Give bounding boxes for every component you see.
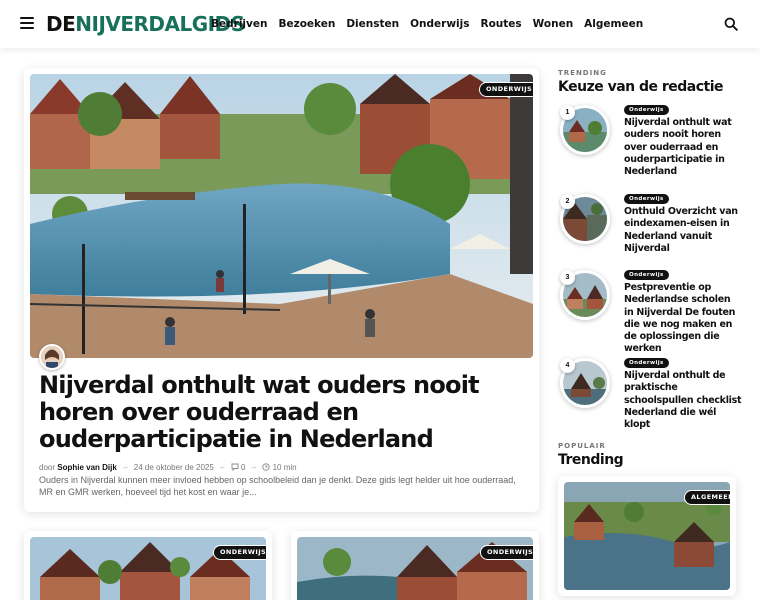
trending-title[interactable]: Nijverdal onthult de praktische schoolsp… [624, 370, 742, 431]
comment-count[interactable]: 0 [241, 463, 245, 472]
publish-date: 24 de oktober de 2025 [133, 463, 214, 472]
popular-kicker: POPULAIR [558, 442, 606, 450]
featured-article-image[interactable]: Onderwijs [30, 74, 533, 358]
hamburger-icon[interactable] [20, 17, 34, 29]
trending-heading: Keuze van de redactie [558, 79, 724, 95]
nav-item-algemeen[interactable]: Algemeen [584, 17, 643, 31]
category-badge[interactable]: Onderwijs [624, 105, 669, 115]
category-badge[interactable]: Onderwijs [624, 358, 669, 368]
category-badge[interactable]: Onderwijs [624, 270, 669, 280]
popular-article-card[interactable]: Algemeen [558, 476, 736, 596]
read-time: 10 min [272, 463, 297, 472]
rank-number: 3 [560, 270, 575, 285]
article-card-image[interactable]: Onderwijs [297, 537, 533, 600]
article-card-image[interactable]: Onderwijs [30, 537, 266, 600]
nav-item-diensten[interactable]: Diensten [346, 17, 399, 31]
category-badge[interactable]: Onderwijs [213, 545, 266, 560]
category-badge[interactable]: Algemeen [684, 490, 730, 505]
trending-title[interactable]: Pestpreventie op Nederlandse scholen in … [624, 282, 742, 356]
category-badge[interactable]: Onderwijs [624, 194, 669, 204]
nav-item-routes[interactable]: Routes [481, 17, 522, 31]
clock-icon [262, 463, 271, 471]
nav-item-onderwijs[interactable]: Onderwijs [410, 17, 469, 31]
category-badge[interactable]: Onderwijs [480, 545, 533, 560]
featured-article-card[interactable]: Onderwijs Nijverdal onthult wat ouders n… [24, 68, 539, 512]
main-nav: Bedrijven Bezoeken Diensten Onderwijs Ro… [211, 17, 654, 31]
featured-article-title[interactable]: Nijverdal onthult wat ouders nooit horen… [39, 372, 519, 453]
popular-article-image[interactable]: Algemeen [564, 482, 730, 590]
rank-number: 4 [560, 358, 575, 373]
nav-item-wonen[interactable]: Wonen [533, 17, 574, 31]
comment-icon [231, 463, 239, 472]
popular-heading: Trending [558, 452, 624, 468]
article-card[interactable]: Onderwijs [291, 531, 539, 600]
trending-title[interactable]: Onthuld Overzicht van eindexamen-eisen i… [624, 206, 742, 255]
logo-part-de: DE [46, 12, 76, 36]
nav-item-bezoeken[interactable]: Bezoeken [278, 17, 335, 31]
article-meta: door Sophie van Dijk – 24 de oktober de … [39, 463, 297, 472]
trending-title[interactable]: Nijverdal onthult wat ouders nooit horen… [624, 117, 742, 178]
article-card[interactable]: Onderwijs [24, 531, 272, 600]
trending-kicker: TRENDING [558, 69, 607, 77]
by-label: door [39, 463, 56, 472]
rank-number: 2 [560, 194, 575, 209]
site-header: DENIJVERDALGIDS Bedrijven Bezoeken Diens… [0, 0, 760, 48]
author-name[interactable]: Sophie van Dijk [57, 463, 117, 472]
nav-item-bedrijven[interactable]: Bedrijven [211, 17, 267, 31]
category-badge[interactable]: Onderwijs [479, 82, 533, 97]
author-avatar[interactable] [39, 344, 65, 370]
rank-number: 1 [560, 105, 575, 120]
featured-article-excerpt: Ouders in Nijverdal kunnen meer invloed … [39, 475, 516, 497]
search-icon[interactable] [724, 17, 738, 31]
